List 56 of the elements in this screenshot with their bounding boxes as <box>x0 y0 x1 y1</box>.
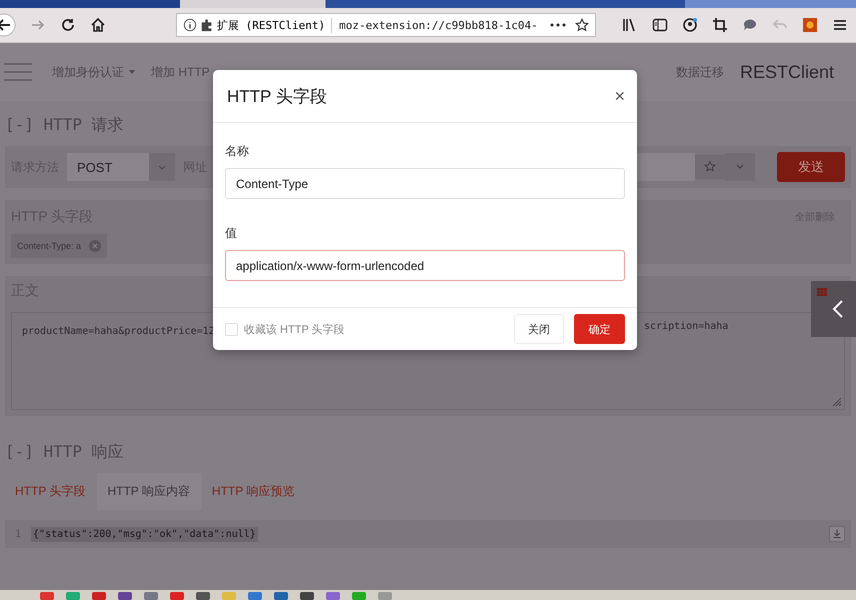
extension-icon[interactable] <box>802 17 818 33</box>
value-field[interactable]: application/x-www-form-urlencoded <box>225 250 625 281</box>
taskbar-app-icon[interactable] <box>170 592 184 600</box>
chat-icon[interactable] <box>742 17 758 33</box>
close-button[interactable]: × <box>614 86 625 106</box>
info-icon[interactable] <box>183 18 197 32</box>
taskbar-app-icon[interactable] <box>118 592 132 600</box>
taskbar-app-icon[interactable] <box>326 592 340 600</box>
brand-name[interactable]: RESTClient <box>740 62 834 82</box>
field-label: 名称 <box>225 143 250 160</box>
account-icon[interactable] <box>682 17 698 33</box>
response-code: {"status":200,"msg":"ok","data":null} <box>31 526 258 542</box>
reload-icon[interactable] <box>60 17 76 33</box>
address-bar[interactable]: 扩展 (RESTClient) moz-extension://c99bb818-1c04- <box>176 13 596 37</box>
checkbox[interactable] <box>225 322 238 336</box>
confirm-button[interactable]: 确定 <box>574 314 625 344</box>
nav-link[interactable]: 增加 HTTP <box>151 64 210 80</box>
checkbox-label[interactable]: 收藏该 HTTP 头字段 <box>244 322 345 336</box>
sidebar-icon[interactable] <box>652 17 668 33</box>
chevron-left-icon <box>832 299 844 319</box>
response-tab[interactable]: HTTP 头字段 <box>5 473 98 510</box>
chevron-down-icon <box>158 164 166 170</box>
puzzle-icon <box>200 18 214 32</box>
taskbar-app-icon[interactable] <box>274 592 288 600</box>
field-label: 值 <box>225 225 238 242</box>
grid-icon <box>817 288 827 296</box>
url-text: moz-extension://c99bb818-1c04- <box>338 18 539 32</box>
body-text: productName=haha&productPrice=12 <box>22 326 215 337</box>
taskbar-app-icon[interactable] <box>40 592 54 600</box>
body-text: scription=haha <box>644 321 728 332</box>
taskbar-app-icon[interactable] <box>92 592 106 600</box>
more-icon[interactable] <box>550 23 566 27</box>
resize-icon[interactable] <box>832 397 842 407</box>
nav-link[interactable]: 增加身份认证 <box>52 64 135 80</box>
taskbar-app-icon[interactable] <box>196 592 210 600</box>
name-field[interactable]: Content-Type <box>225 168 625 199</box>
taskbar-app-icon[interactable] <box>300 592 314 600</box>
method-select[interactable]: POST <box>67 153 175 181</box>
side-panel-toggle[interactable] <box>811 281 856 337</box>
download-icon[interactable] <box>829 526 845 542</box>
header-chip[interactable]: Content-Type: a <box>11 234 108 258</box>
site-label: 扩展 (RESTClient) <box>217 18 332 32</box>
send-button[interactable]: 发送 <box>777 152 845 182</box>
crop-icon[interactable] <box>712 17 728 33</box>
star-icon[interactable] <box>575 18 589 32</box>
cancel-button[interactable]: 关闭 <box>514 314 564 344</box>
menu-icon[interactable] <box>832 17 848 33</box>
nav-link[interactable]: 数据迁移 <box>676 64 724 80</box>
section-title[interactable]: [-] HTTP 响应 <box>5 428 851 473</box>
taskbar-app-icon[interactable] <box>248 592 262 600</box>
response-tab[interactable]: HTTP 响应预览 <box>202 473 306 510</box>
remove-icon[interactable] <box>89 240 102 252</box>
home-icon[interactable] <box>90 17 106 33</box>
taskbar-app-icon[interactable] <box>144 592 158 600</box>
response-tab[interactable]: HTTP 响应内容 <box>97 473 202 510</box>
dialog-title: HTTP 头字段 <box>227 86 327 108</box>
